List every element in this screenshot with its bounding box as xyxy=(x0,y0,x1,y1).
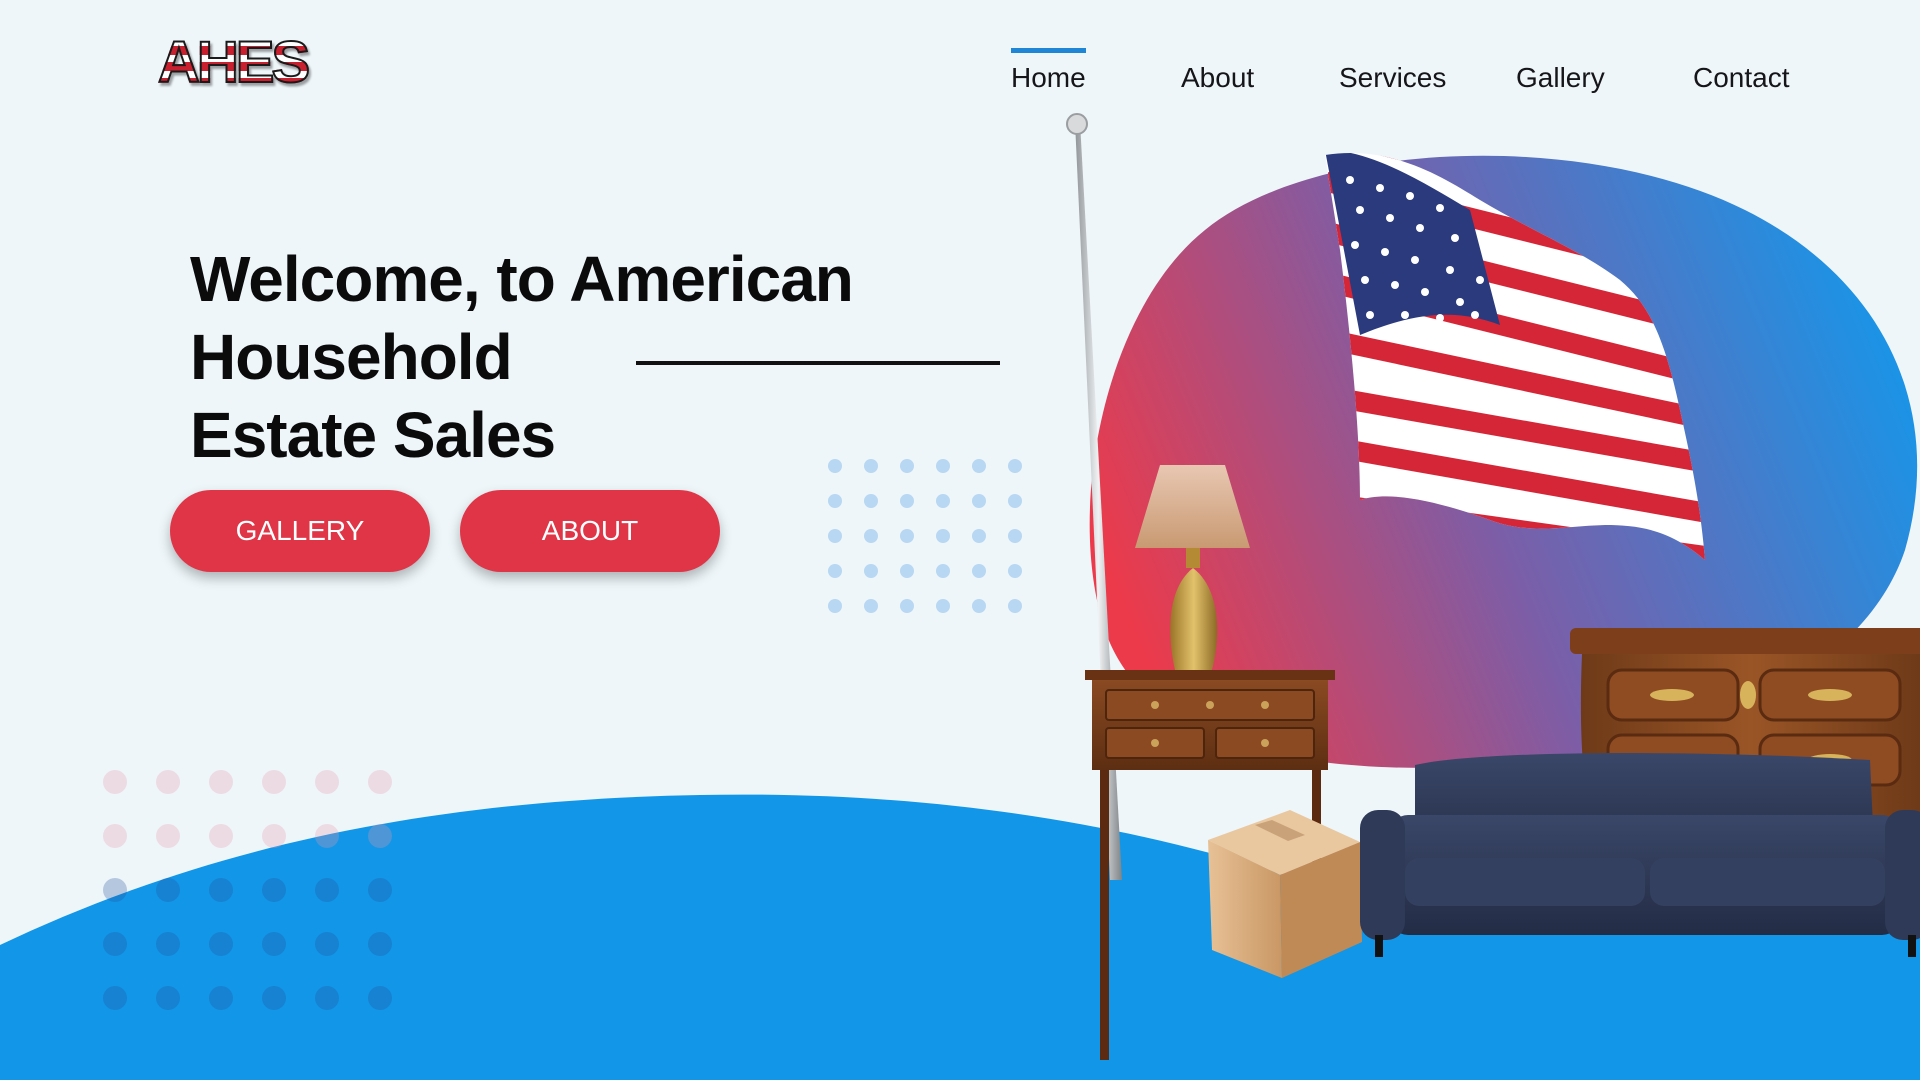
nav-contact[interactable]: Contact xyxy=(1693,48,1790,108)
decorative-dot xyxy=(936,564,950,578)
decorative-dot xyxy=(936,529,950,543)
decorative-dot xyxy=(972,599,986,613)
decorative-dot xyxy=(828,599,842,613)
decorative-dot xyxy=(972,494,986,508)
decorative-dot xyxy=(262,932,286,956)
illustration xyxy=(1066,113,1920,1060)
decorative-dot xyxy=(209,986,233,1010)
decorative-dot xyxy=(864,529,878,543)
decorative-dot xyxy=(1008,599,1022,613)
decorative-dot xyxy=(1008,529,1022,543)
decorative-dot xyxy=(936,599,950,613)
decorative-dot xyxy=(156,932,180,956)
decorative-dot xyxy=(864,564,878,578)
decorative-dot xyxy=(900,599,914,613)
decorative-dot xyxy=(156,878,180,902)
decorative-dot xyxy=(156,986,180,1010)
decorative-dot xyxy=(828,529,842,543)
decorative-dot xyxy=(103,932,127,956)
decorative-dot xyxy=(209,770,233,794)
decorative-dot xyxy=(156,770,180,794)
hero-title-line2: Estate Sales xyxy=(190,399,556,471)
decorative-dot xyxy=(209,824,233,848)
decorative-dot xyxy=(103,878,127,902)
decorative-dot xyxy=(368,986,392,1010)
decorative-dot xyxy=(368,932,392,956)
about-button[interactable]: ABOUT xyxy=(460,490,720,572)
decorative-dot xyxy=(368,878,392,902)
main-nav: Home About Services Gallery Contact xyxy=(0,48,1920,108)
decorative-dot xyxy=(209,932,233,956)
decorative-dot xyxy=(900,494,914,508)
decorative-dot xyxy=(103,770,127,794)
decorative-dot xyxy=(262,986,286,1010)
decorative-dot xyxy=(262,770,286,794)
decorative-dot xyxy=(103,824,127,848)
decorative-dot xyxy=(209,878,233,902)
decorative-dot xyxy=(262,878,286,902)
decorative-dot xyxy=(315,770,339,794)
title-underline xyxy=(636,361,1000,365)
decorative-dot xyxy=(828,564,842,578)
decorative-dot xyxy=(900,529,914,543)
decorative-dot xyxy=(936,494,950,508)
flag-pole-finial xyxy=(1066,113,1088,135)
hero-title-line1: Welcome, to American Household xyxy=(190,243,854,393)
decorative-dot xyxy=(315,986,339,1010)
decorative-dot xyxy=(368,770,392,794)
table-lamp-icon xyxy=(1135,465,1250,670)
decorative-dot xyxy=(972,564,986,578)
decorative-dot xyxy=(972,529,986,543)
hero-title: Welcome, to American Household Estate Sa… xyxy=(190,240,1150,474)
decorative-dot xyxy=(156,824,180,848)
decorative-dot xyxy=(1008,564,1022,578)
decorative-dot xyxy=(262,824,286,848)
decorative-dot xyxy=(864,494,878,508)
american-flag-icon xyxy=(1325,153,1705,560)
nav-about[interactable]: About xyxy=(1181,48,1254,108)
decorative-dot xyxy=(828,494,842,508)
sofa-icon xyxy=(1360,753,1920,957)
decorative-dot xyxy=(315,932,339,956)
decorative-dot xyxy=(1008,494,1022,508)
decorative-dot xyxy=(315,824,339,848)
decorative-dot xyxy=(103,986,127,1010)
nav-services[interactable]: Services xyxy=(1339,48,1446,108)
decorative-dot xyxy=(368,824,392,848)
nav-gallery[interactable]: Gallery xyxy=(1516,48,1605,108)
nav-home[interactable]: Home xyxy=(1011,48,1086,108)
decorative-dot xyxy=(864,599,878,613)
gallery-button[interactable]: GALLERY xyxy=(170,490,430,572)
decorative-dot xyxy=(900,564,914,578)
landing-page: AHES Home About Services Gallery Contact… xyxy=(0,0,1920,1080)
cardboard-box-icon xyxy=(1208,810,1362,978)
decorative-dot xyxy=(315,878,339,902)
